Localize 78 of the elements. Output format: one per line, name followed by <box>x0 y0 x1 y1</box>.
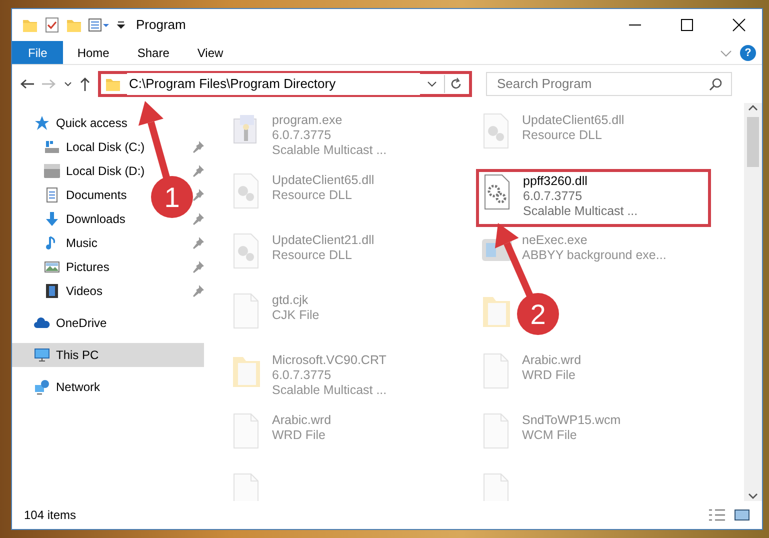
file-name: Microsoft.VC90.CRT <box>272 353 387 368</box>
file-detail: Scalable Multicast ... <box>272 143 387 158</box>
back-arrow-icon[interactable] <box>20 79 34 89</box>
search-icon <box>709 77 723 91</box>
file-detail: WRD File <box>522 368 576 383</box>
file-detail: Resource DLL <box>522 128 603 143</box>
sidebar-item[interactable]: Network <box>12 375 108 399</box>
file-detail: ABBYY background exe... <box>522 248 666 263</box>
search-box[interactable]: Search Program <box>486 72 732 96</box>
document-icon <box>44 187 60 203</box>
details-view-icon[interactable] <box>708 508 726 522</box>
help-button[interactable]: ? <box>740 44 756 60</box>
file-name: UpdateClient65.dll <box>522 113 624 128</box>
sidebar-item[interactable]: Documents <box>12 183 135 207</box>
file-detail: WCM File <box>522 428 578 443</box>
file-name: SndToWP15.wcm <box>522 413 621 428</box>
file-item[interactable]: ppff3260.dll 6.0.7.3775 Scalable Multicast ... <box>476 169 711 227</box>
pin-icon[interactable] <box>192 141 204 153</box>
sidebar-item[interactable]: This PC <box>12 343 204 367</box>
file-detail: 6.0.7.3775 <box>272 368 332 383</box>
pin-icon[interactable] <box>192 165 204 177</box>
file-name: program.exe <box>272 113 344 128</box>
file-name: gtd.cjk <box>272 293 310 308</box>
window-title: Program <box>136 16 186 34</box>
ribbon-tab[interactable]: Share <box>123 41 184 64</box>
caret-icon[interactable] <box>64 82 72 86</box>
scroll-up-icon[interactable] <box>748 103 758 113</box>
file-menu-tab[interactable]: File <box>12 41 64 64</box>
scrollbar-thumb[interactable] <box>747 117 759 167</box>
sidebar-item[interactable]: Local Disk (C:) <box>12 135 153 159</box>
item-count: 104 items <box>24 507 76 524</box>
pin-icon[interactable] <box>192 237 204 249</box>
computer-icon <box>34 347 50 363</box>
close-icon[interactable] <box>731 17 747 33</box>
file-detail: 6.0.7.3775 <box>523 189 584 204</box>
file-name: Arabic.wrd <box>522 353 582 368</box>
scroll-down-icon[interactable] <box>748 491 758 501</box>
file-name: UpdateClient65.dll <box>272 173 374 188</box>
up-arrow-icon[interactable] <box>80 77 90 91</box>
file-detail: 6.0.7.3775 <box>272 128 332 143</box>
file-detail: WRD File <box>272 428 326 443</box>
sidebar-item[interactable]: Quick access <box>12 111 136 135</box>
properties-icon[interactable] <box>88 17 110 33</box>
file-name: neExec.exe <box>522 233 588 248</box>
file-detail: CJK File <box>272 308 320 323</box>
sidebar-item[interactable]: Pictures <box>12 255 118 279</box>
drive-icon <box>44 163 60 179</box>
pin-icon[interactable] <box>192 213 204 225</box>
folder-icon <box>105 76 121 92</box>
checklist-icon[interactable] <box>44 17 60 33</box>
film-icon <box>44 283 60 299</box>
file-detail: Resource DLL <box>272 188 353 203</box>
file-name: UpdateClient21.dll <box>272 233 374 248</box>
pin-icon[interactable] <box>192 285 204 297</box>
ribbon-tab[interactable]: Home <box>63 41 124 64</box>
star-icon <box>34 115 50 131</box>
file-name: ppff3260.dll <box>523 174 588 189</box>
drive-icon <box>44 139 60 155</box>
cloud-icon <box>34 315 50 331</box>
sidebar-item[interactable]: Local Disk (D:) <box>12 159 153 183</box>
picture-icon <box>44 259 60 275</box>
download-arrow-icon <box>44 211 60 227</box>
address-bar[interactable]: C:\Program Files\Program Directory <box>98 71 472 97</box>
pin-icon[interactable] <box>192 261 204 273</box>
address-field[interactable]: C:\Program Files\Program Directory <box>127 73 420 95</box>
sidebar-item[interactable]: OneDrive <box>12 311 115 335</box>
sidebar-item[interactable]: Music <box>12 231 106 255</box>
pin-icon[interactable] <box>192 189 204 201</box>
sidebar-item[interactable]: Downloads <box>12 207 134 231</box>
file-detail: Scalable Multicast ... <box>272 383 387 398</box>
ribbon-tab[interactable]: View <box>183 41 238 64</box>
file-detail: Scalable Multicast ... <box>523 204 638 219</box>
network-icon <box>34 379 50 395</box>
file-detail: Resource DLL <box>272 248 353 263</box>
file-name: Arabic.wrd <box>272 413 332 428</box>
maximize-icon[interactable] <box>679 17 695 33</box>
large-icons-view-icon[interactable] <box>734 508 750 522</box>
sidebar-item[interactable]: Videos <box>12 279 110 303</box>
